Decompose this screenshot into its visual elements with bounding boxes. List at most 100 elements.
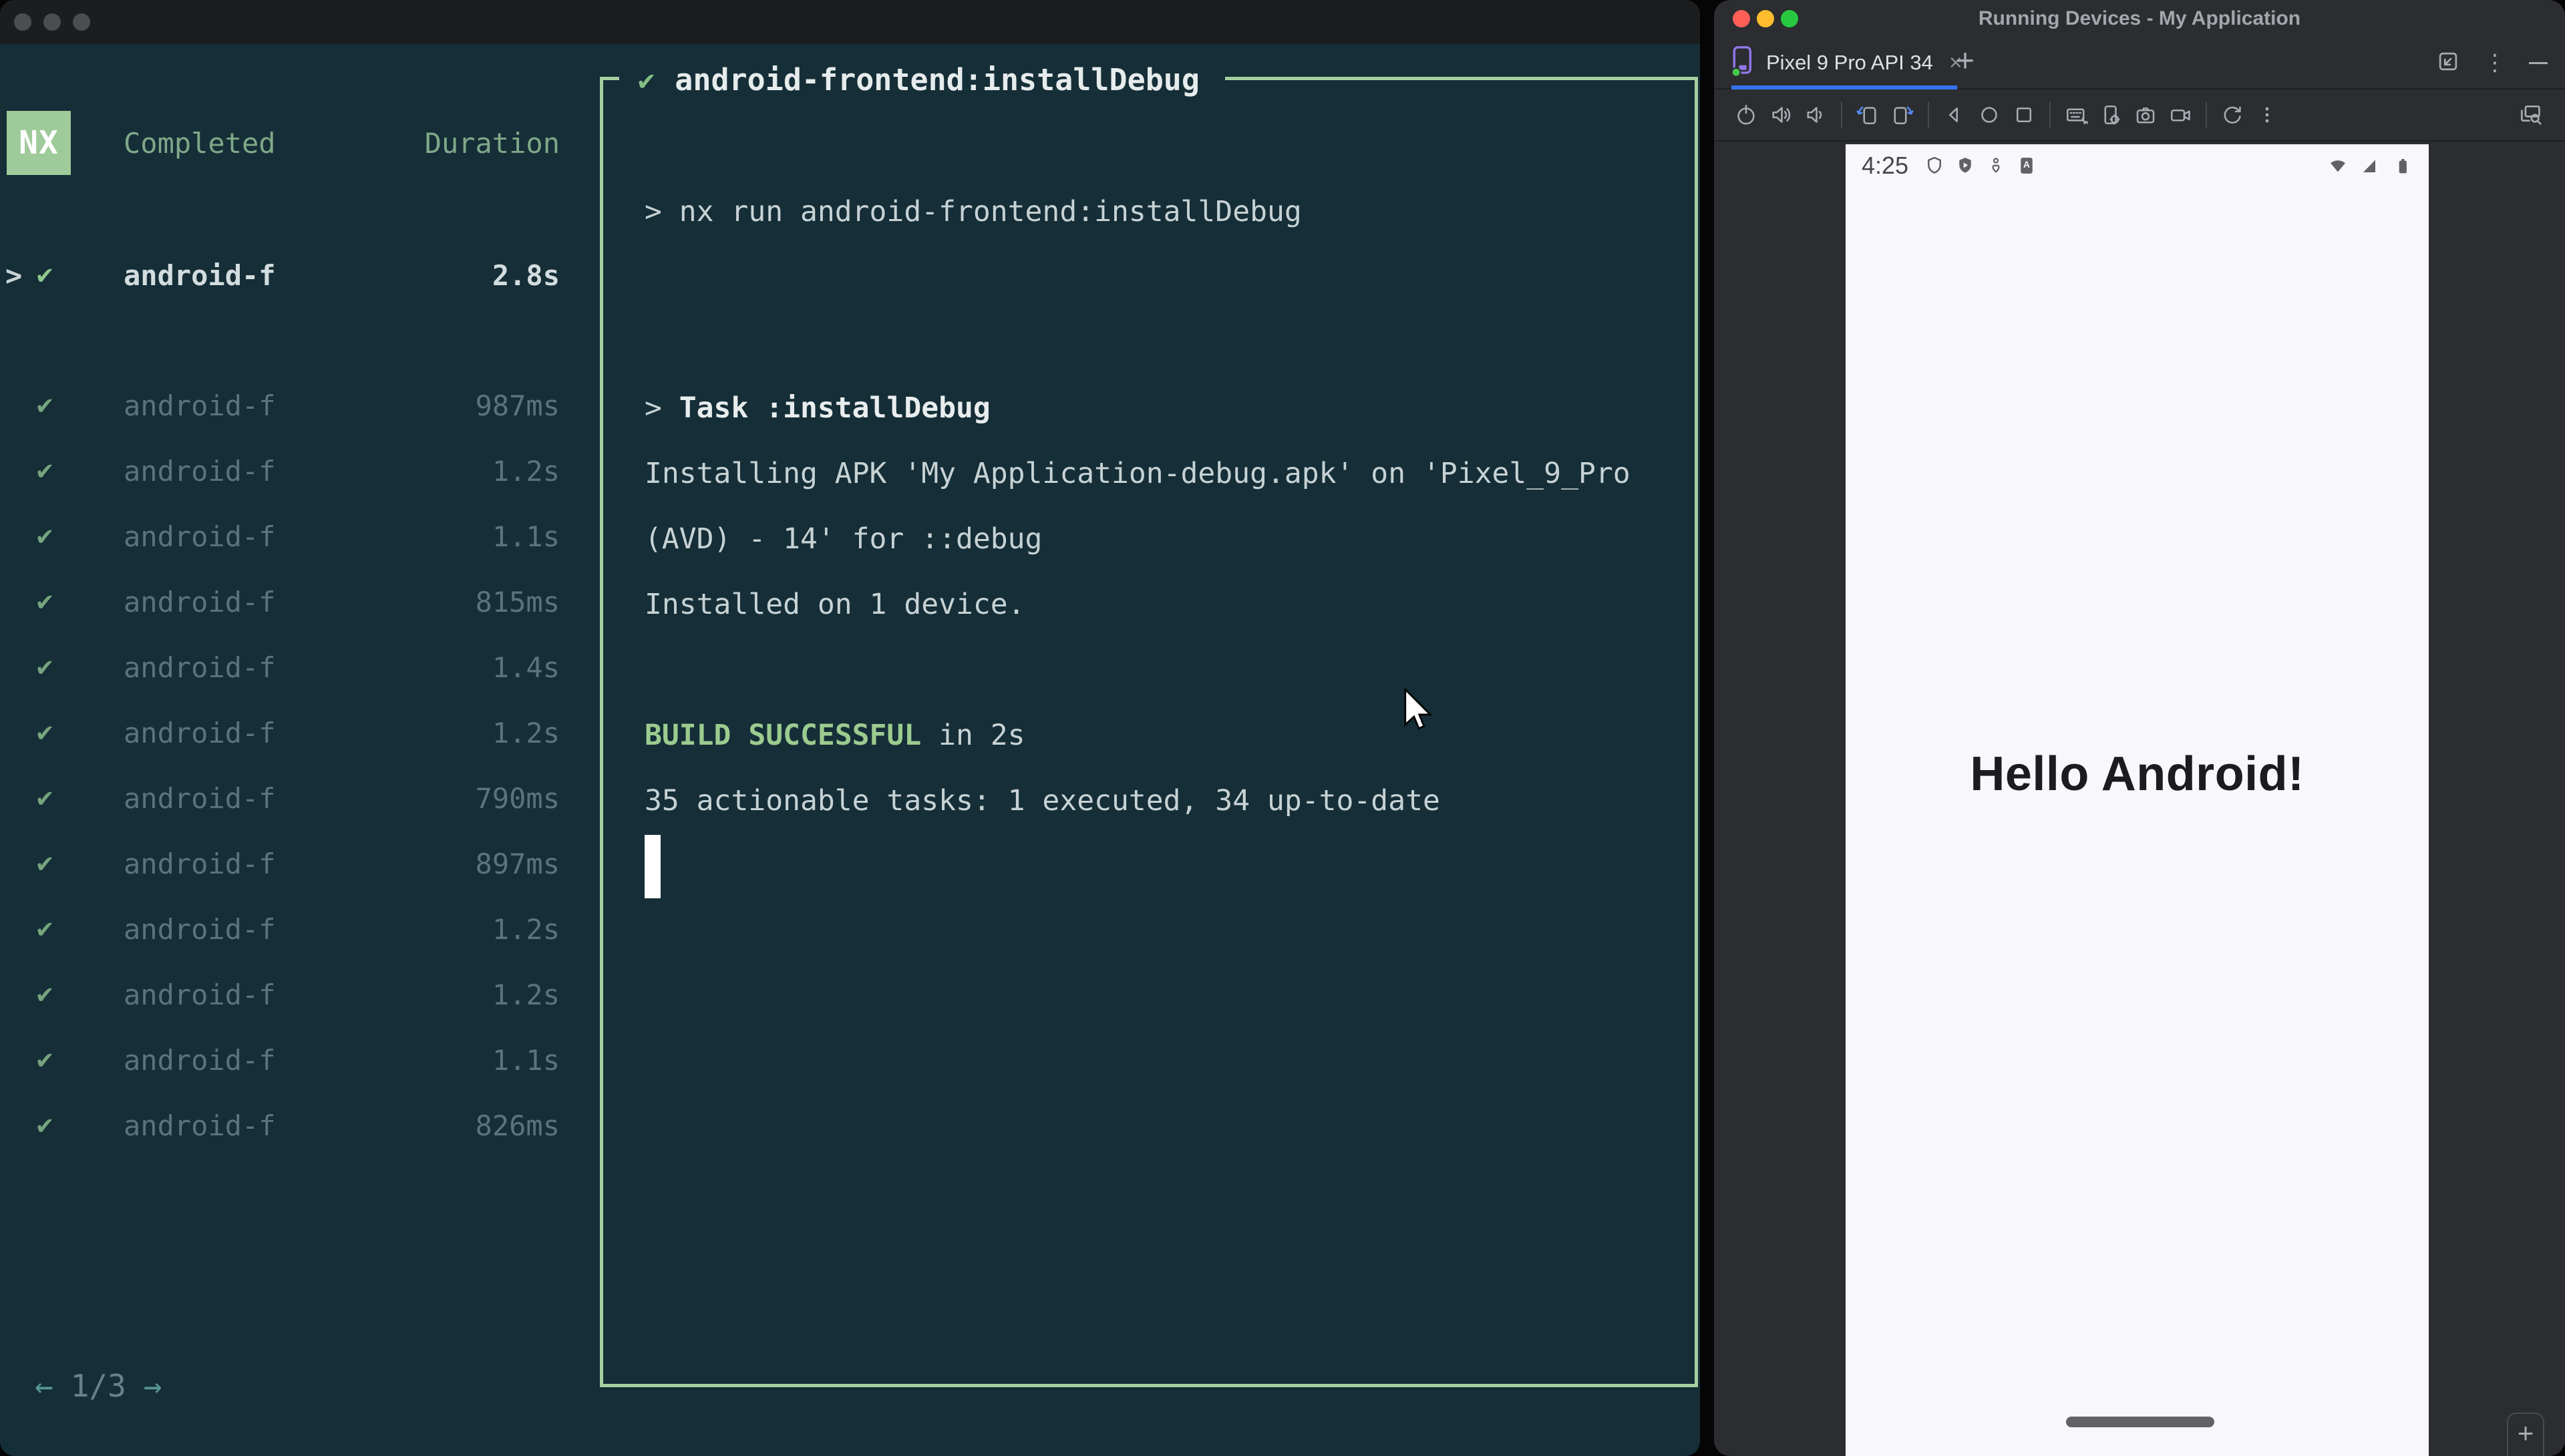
reset-view-icon[interactable]	[2215, 98, 2250, 132]
terminal-output-log: > nx run android-frontend:installDebug > …	[645, 195, 1631, 817]
back-icon[interactable]	[1937, 98, 1972, 132]
task-duration: 987ms	[475, 389, 560, 422]
wifi-icon	[2327, 155, 2349, 176]
device-settings-icon[interactable]	[2093, 98, 2128, 132]
device-statusbar: 4:25 A	[1846, 144, 2429, 187]
rotate-right-icon[interactable]	[1885, 98, 1920, 132]
zoom-in-button[interactable]: +	[2518, 1419, 2534, 1447]
task-duration: 826ms	[475, 1109, 560, 1142]
soft-keyboard-icon[interactable]	[2059, 98, 2093, 132]
check-icon: ✔	[37, 389, 53, 420]
more-options-icon[interactable]: ⋮	[2484, 49, 2506, 76]
check-icon: ✔	[37, 1109, 53, 1140]
overview-icon[interactable]	[2007, 98, 2041, 132]
task-name: android-f	[124, 1044, 276, 1077]
toolbar-separator	[2206, 102, 2207, 128]
task-name: android-f	[124, 259, 276, 292]
wellbeing-icon	[1986, 156, 2006, 176]
task-duration: 815ms	[475, 586, 560, 618]
task-duration: 897ms	[475, 848, 560, 880]
terminal-cursor	[645, 835, 661, 898]
power-icon[interactable]	[1729, 98, 1763, 132]
mouse-pointer	[1403, 687, 1433, 735]
task-row[interactable]: > ✔ android-f 1.2s	[0, 701, 560, 766]
new-tab-button[interactable]: +	[1956, 43, 1975, 79]
task-row[interactable]: > ✔ android-f 2.8s	[0, 243, 560, 309]
task-row[interactable]: > ✔ android-f 1.1s	[0, 1028, 560, 1093]
success-check-icon: ✔	[638, 63, 655, 96]
task-row[interactable]: > ✔ android-f 790ms	[0, 766, 560, 832]
device-mirror-settings-icon[interactable]	[2513, 98, 2548, 132]
check-icon: ✔	[37, 978, 53, 1009]
check-icon: ✔	[37, 651, 53, 682]
next-page-arrow-icon[interactable]: →	[144, 1368, 162, 1404]
device-display-area: 4:25 A Hello Android! +	[1714, 142, 2565, 1456]
volume-down-icon[interactable]	[1798, 98, 1833, 132]
check-icon: ✔	[37, 455, 53, 486]
float-window-icon[interactable]	[2435, 49, 2461, 77]
task-row[interactable]: > ✔ android-f 1.4s	[0, 635, 560, 701]
zoom-controls: + − 1:1	[2507, 1413, 2544, 1456]
window-title: Running Devices - My Application	[1978, 7, 2301, 29]
task-name: android-f	[124, 389, 276, 422]
task-list: > ✔ android-f 2.8s > ✔ android-f 987ms >…	[0, 0, 574, 1336]
toolbar-separator	[1841, 102, 1842, 128]
prev-page-arrow-icon[interactable]: ←	[35, 1368, 53, 1404]
check-icon: ✔	[37, 1044, 53, 1075]
toolbar-separator	[1928, 102, 1929, 128]
task-duration: 2.8s	[492, 259, 560, 292]
task-row[interactable]: > ✔ android-f 1.2s	[0, 962, 560, 1028]
check-icon: ✔	[37, 586, 53, 616]
task-duration: 1.2s	[492, 913, 560, 946]
task-name: android-f	[124, 978, 276, 1011]
check-icon: ✔	[37, 848, 53, 878]
hide-panel-icon[interactable]	[2529, 61, 2548, 64]
status-time: 4:25	[1862, 152, 1909, 179]
screenshot-icon[interactable]	[2128, 98, 2163, 132]
app-a-badge-icon: A	[2017, 156, 2037, 176]
check-icon: ✔	[37, 520, 53, 551]
rotate-left-icon[interactable]	[1850, 98, 1885, 132]
tab-pixel-9-pro[interactable]: Pixel 9 Pro API 34 ×	[1731, 37, 1962, 89]
task-row[interactable]: > ✔ android-f 826ms	[0, 1093, 560, 1159]
task-name: android-f	[124, 913, 276, 946]
task-row[interactable]: > ✔ android-f 897ms	[0, 832, 560, 897]
check-icon: ✔	[37, 782, 53, 813]
ide-titlebar: Running Devices - My Application	[1714, 0, 2565, 37]
task-row[interactable]: > ✔ android-f 1.2s	[0, 897, 560, 962]
task-duration: 1.2s	[492, 978, 560, 1011]
home-icon[interactable]	[1972, 98, 2007, 132]
phone-device-icon	[1731, 45, 1754, 81]
task-name: android-f	[124, 586, 276, 618]
check-icon: ✔	[37, 259, 53, 290]
gesture-navigation-handle[interactable]	[2066, 1417, 2214, 1427]
more-actions-icon[interactable]	[2250, 98, 2284, 132]
task-row[interactable]: > ✔ android-f 815ms	[0, 570, 560, 635]
task-duration: 1.4s	[492, 651, 560, 684]
task-row[interactable]: > ✔ android-f 1.1s	[0, 504, 560, 570]
svg-text:A: A	[2023, 160, 2030, 170]
task-name: android-f	[124, 651, 276, 684]
app-greeting-text: Hello Android!	[1970, 747, 2304, 801]
running-devices-window: Running Devices - My Application Pixel 9…	[1714, 0, 2565, 1456]
device-tabbar: Pixel 9 Pro API 34 × + ⋮	[1714, 37, 2565, 89]
check-icon: ✔	[37, 913, 53, 944]
task-name: android-f	[124, 848, 276, 880]
task-row[interactable]: > ✔ android-f 987ms	[0, 373, 560, 439]
task-output-header: ✔ android-frontend:installDebug	[619, 56, 1225, 103]
task-name: android-f	[124, 717, 276, 749]
task-duration: 1.1s	[492, 520, 560, 553]
device-screen[interactable]: 4:25 A Hello Android!	[1846, 144, 2429, 1456]
shield-play-icon	[1955, 156, 1975, 176]
screen-record-icon[interactable]	[2163, 98, 2198, 132]
task-name: android-f	[124, 1109, 276, 1142]
task-output-pane: ✔ android-frontend:installDebug > nx run…	[600, 56, 1698, 1387]
volume-up-icon[interactable]	[1763, 98, 1798, 132]
task-row[interactable]: > ✔ android-f 1.2s	[0, 439, 560, 504]
device-toolbar	[1714, 89, 2565, 142]
toolbar-separator	[2049, 102, 2051, 128]
task-duration: 1.1s	[492, 1044, 560, 1077]
task-duration: 1.2s	[492, 717, 560, 749]
check-icon: ✔	[37, 717, 53, 747]
task-name: android-f	[124, 455, 276, 488]
